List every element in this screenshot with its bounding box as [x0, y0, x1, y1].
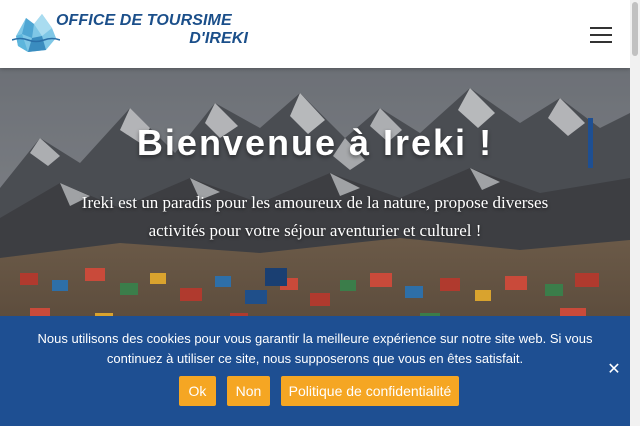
- iceberg-logo[interactable]: [12, 10, 60, 56]
- brand-line-1: OFFICE DE TOURSIME: [56, 12, 232, 29]
- cookie-message: Nous utilisons des cookies pour vous gar…: [20, 329, 610, 369]
- hero-title: Bienvenue à Ireki !: [136, 122, 494, 163]
- page-scrollbar[interactable]: [630, 0, 640, 426]
- cookie-message-line-2: continuez à utiliser ce site, nous suppo…: [106, 351, 524, 366]
- site-header: OFFICE DE TOURSIME D'IREKI: [0, 0, 630, 68]
- privacy-policy-button[interactable]: Politique de confidentialité: [281, 376, 459, 406]
- cookie-buttons: Ok Non Politique de confidentialité: [0, 376, 630, 406]
- close-icon[interactable]: ✕: [604, 360, 624, 380]
- cookie-consent-banner: Nous utilisons des cookies pour vous gar…: [0, 316, 630, 426]
- hero-description-line-1: Ireki est un paradis pour les amoureux d…: [81, 193, 549, 212]
- cookie-decline-button[interactable]: Non: [227, 376, 270, 406]
- hero-description: Ireki est un paradis pour les amoureux d…: [55, 189, 575, 245]
- brand-name[interactable]: OFFICE DE TOURSIME D'IREKI: [56, 12, 256, 48]
- scrollbar-thumb[interactable]: [632, 2, 638, 56]
- hero-description-line-2: activités pour votre séjour aventurier e…: [148, 221, 482, 240]
- brand-line-2: D'IREKI: [189, 30, 248, 47]
- cookie-message-line-1: Nous utilisons des cookies pour vous gar…: [37, 331, 593, 346]
- cookie-accept-button[interactable]: Ok: [179, 376, 216, 406]
- hamburger-menu-icon[interactable]: [588, 24, 614, 44]
